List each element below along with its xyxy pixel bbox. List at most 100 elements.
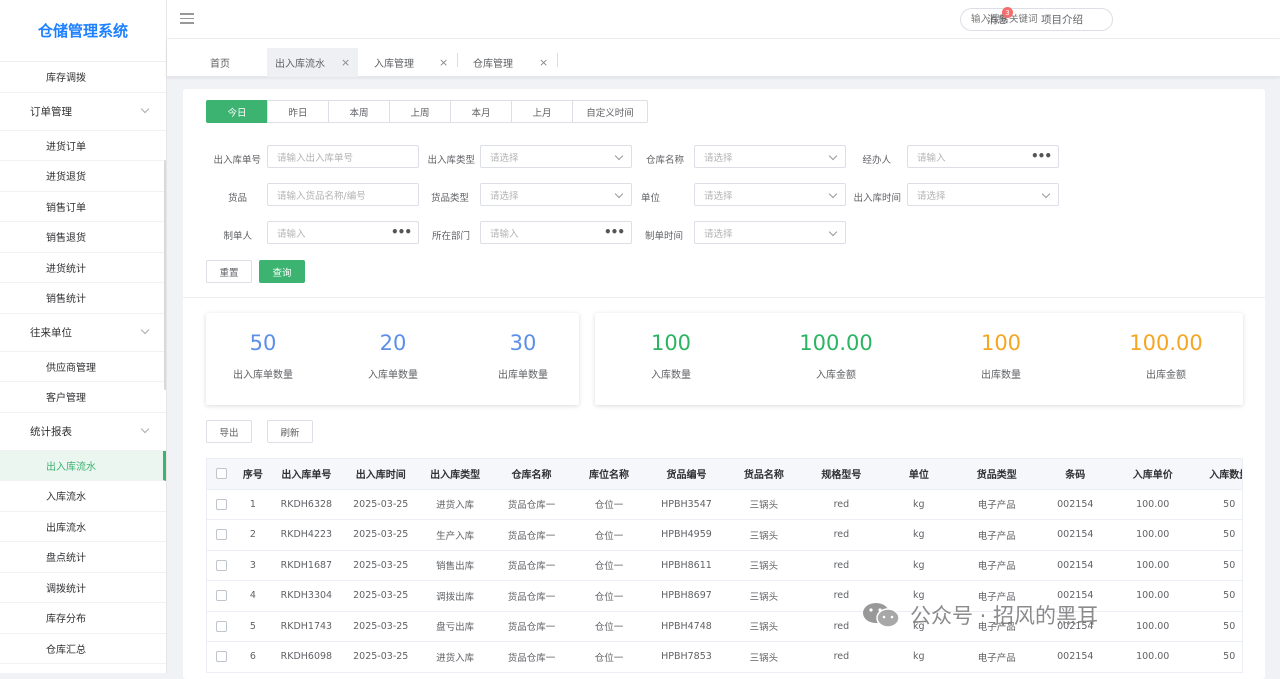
table-cell: 2025-03-25 [343,550,418,581]
warehouse-select[interactable]: 请选择 [694,145,846,168]
range-last-week[interactable]: 上周 [389,100,451,123]
tab-warehouse-mgmt[interactable]: 仓库管理 × [473,48,548,77]
select-all-checkbox[interactable] [216,468,228,479]
range-yesterday[interactable]: 昨日 [267,100,329,123]
table-cell: 2025-03-25 [343,611,418,642]
stat-out-orders: 30 出库单数量 [458,313,588,381]
sidebar-item[interactable]: 仓库汇总 [0,634,166,664]
table-cell: 仓位一 [570,641,648,672]
column-header: 库位名称 [570,459,648,490]
order-no-input[interactable]: 请输入出入库单号 [267,145,419,168]
unit-select[interactable]: 请选择 [694,183,846,206]
table-row[interactable]: 2 RKDH4223 2025-03-25 生产入库 货品仓库一 仓位一 HPBH4959 三… [207,519,1242,551]
table-cell: 货品仓库一 [492,489,571,520]
table-cell: 仓位一 [570,580,648,612]
select-placeholder: 请选择 [704,190,733,202]
row-checkbox[interactable] [216,559,228,571]
table-cell: HPBH8611 [647,550,726,581]
row-checkbox[interactable] [216,651,228,663]
io-time-select[interactable]: 请选择 [907,183,1059,206]
tab-io-flow[interactable]: 出入库流水 × [267,48,358,77]
sidebar-item[interactable]: 入库流水 [0,481,166,512]
row-checkbox[interactable] [216,498,228,510]
create-time-select[interactable]: 请选择 [694,221,846,244]
sidebar-group[interactable]: 往来单位 [0,314,166,352]
table-cell: 2025-03-25 [343,489,418,520]
watermark: 公众号 · 招风的黑耳 [862,600,1098,630]
sidebar-group[interactable]: 统计报表 [0,413,166,451]
query-button[interactable]: 查询 [259,260,305,283]
menu-toggle-icon[interactable] [180,13,194,24]
range-this-month[interactable]: 本月 [450,100,512,123]
table-row[interactable]: 6 RKDH6098 2025-03-25 进货入库 货品仓库一 仓位一 HPBH7853 三… [207,641,1242,672]
handler-input[interactable]: 请输入 ••• [907,145,1059,168]
search-input[interactable] [960,8,1113,31]
select-placeholder: 请选择 [490,152,519,164]
table-cell: 三锅头 [725,519,803,551]
goods-input[interactable]: 请输入货品名称/编号 [267,183,419,206]
tab-home[interactable]: 首页 [210,48,230,77]
row-select-cell [207,519,237,551]
close-icon[interactable]: × [439,56,448,69]
chevron-down-icon [140,325,150,334]
sidebar-item[interactable]: 调拨统计 [0,573,166,603]
table-cell: 002154 [1036,489,1114,520]
reset-button[interactable]: 重置 [206,260,252,283]
sidebar-item[interactable]: 销售退货 [0,222,166,253]
tab-label: 出入库流水 [275,59,325,70]
table-cell: 100.00 [1114,580,1192,612]
sidebar-item[interactable]: 出入库流水 [0,450,166,481]
table-cell: 销售出库 [417,550,493,581]
creator-input[interactable]: 请输入 ••• [267,221,419,244]
sidebar-item[interactable]: 进货订单 [0,131,166,161]
table-cell: HPBH4748 [647,611,726,642]
sidebar-item[interactable]: 供应商管理 [0,352,166,382]
sidebar-scrollbar[interactable] [164,160,166,390]
range-custom[interactable]: 自定义时间 [572,100,648,123]
sidebar-group[interactable]: 订单管理 [0,93,166,131]
warehouse-label: 仓库名称 [645,155,684,166]
sidebar-item-label: 入库流水 [46,492,86,504]
more-icon[interactable]: ••• [1031,149,1052,163]
close-icon[interactable]: × [539,56,548,69]
tab-label: 入库管理 [374,59,414,70]
table-cell: red [802,641,881,672]
table-cell: 仓位一 [570,489,648,520]
chevron-down-icon [140,424,150,433]
io-type-select[interactable]: 请选择 [480,145,632,168]
export-button[interactable]: 导出 [206,420,252,443]
department-input[interactable]: 请输入 ••• [480,221,632,244]
sidebar-item[interactable]: 盘点统计 [0,542,166,573]
row-checkbox[interactable] [216,529,228,541]
project-intro-link[interactable]: 项目介绍 [1041,12,1083,27]
sidebar-item[interactable]: 销售订单 [0,192,166,222]
sidebar-item[interactable]: 进货退货 [0,161,166,192]
table-cell: 生产入库 [417,519,493,551]
table-cell: 50 [1191,550,1242,581]
close-icon[interactable]: × [341,56,350,69]
table-row[interactable]: 1 RKDH6328 2025-03-25 进货入库 货品仓库一 仓位一 HPBH3547 三… [207,489,1242,520]
refresh-button[interactable]: 刷新 [267,420,313,443]
tab-inbound-mgmt[interactable]: 入库管理 × [374,48,448,77]
range-this-week[interactable]: 本周 [328,100,390,123]
table-row[interactable]: 3 RKDH1687 2025-03-25 销售出库 货品仓库一 仓位一 HPBH8611 三… [207,550,1242,581]
sidebar-item[interactable]: 销售统计 [0,283,166,314]
sidebar-item[interactable]: 出库流水 [0,512,166,542]
row-checkbox[interactable] [216,620,228,632]
range-last-month[interactable]: 上月 [511,100,573,123]
sidebar-item[interactable]: 库存调拨 [0,62,166,93]
table-cell: 电子产品 [957,550,1037,581]
sidebar-item[interactable]: 客户管理 [0,382,166,413]
sidebar-item-label: 销售订单 [46,202,86,214]
table-cell: 50 [1191,580,1242,612]
row-checkbox[interactable] [216,590,228,602]
table-cell: red [802,519,881,551]
table-cell: 调拨出库 [417,580,493,612]
order-no-label: 出入库单号 [213,155,261,166]
range-today[interactable]: 今日 [206,100,268,123]
table-cell: HPBH3547 [647,489,726,520]
sidebar-item[interactable]: 进货统计 [0,253,166,283]
table-cell: kg [880,519,958,551]
sidebar-item[interactable]: 库存分布 [0,603,166,634]
column-header: 条码 [1036,459,1114,490]
